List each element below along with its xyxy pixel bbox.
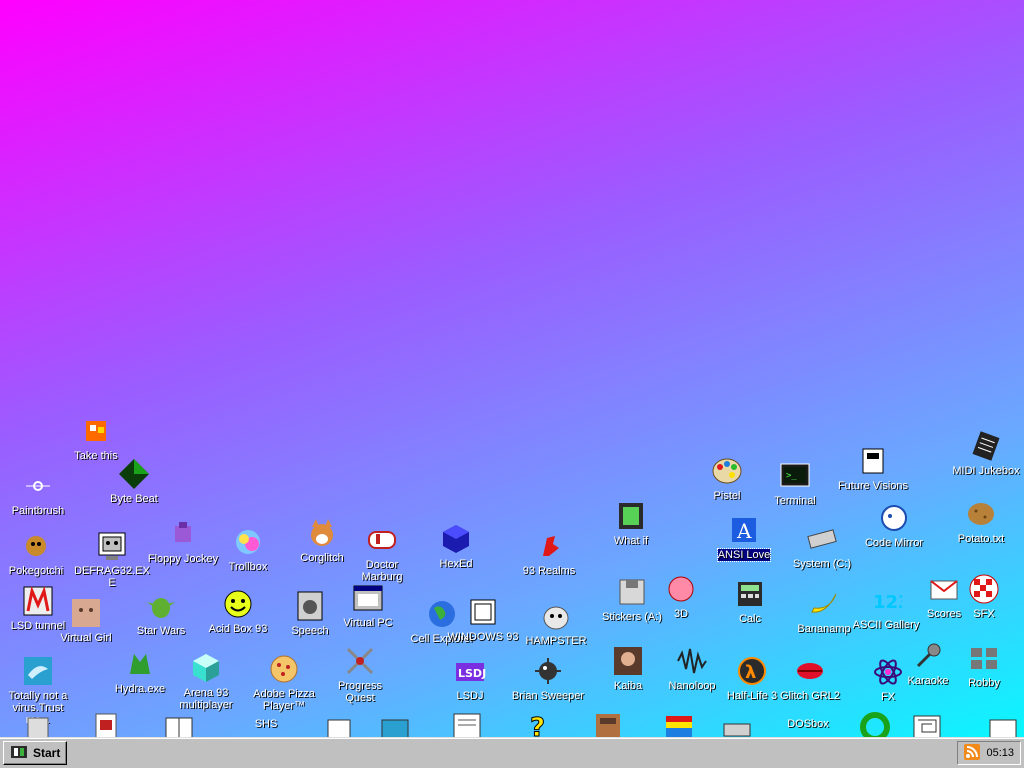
jockey-icon <box>167 518 199 550</box>
desktop-icon-calc[interactable]: Calc <box>712 578 788 625</box>
desktop-icon-take-this[interactable]: Take this <box>58 415 134 462</box>
terminal-icon: >_ <box>779 460 811 492</box>
hard-drive-icon <box>806 523 838 555</box>
portrait-icon <box>612 645 644 677</box>
creature-icon <box>20 530 52 562</box>
desktop-icon-arena-93[interactable]: Arena 93 multiplayer <box>168 652 244 711</box>
notepad-icon <box>615 500 647 532</box>
svg-text:A: A <box>736 519 752 543</box>
desktop-icon-progress-quest[interactable]: Progress Quest <box>322 645 398 704</box>
windows-icon <box>467 596 499 628</box>
desktop-icon-acid-box[interactable]: Acid Box 93 <box>200 588 276 635</box>
desktop-icon-lsdj[interactable]: LSDJ LSDJ <box>432 655 508 702</box>
brush-icon <box>22 470 54 502</box>
chat-bubble-icon <box>232 526 264 558</box>
banana-icon <box>808 588 840 620</box>
desktop-icon-shs[interactable]: SHS <box>228 705 304 730</box>
start-button[interactable]: Start <box>3 741 68 765</box>
desktop-icon-system-c[interactable]: System (C:) <box>784 523 860 570</box>
desktop-icon-byte-beat[interactable]: Byte Beat <box>96 458 172 505</box>
desktop-icon-doctor-marburg[interactable]: Doctor Marburg <box>344 524 420 583</box>
desktop-icon-windows-93[interactable]: WINDOWS 93 <box>445 596 521 643</box>
desktop-icon-hexed[interactable]: HexEd <box>418 523 494 570</box>
speaker-icon <box>294 590 326 622</box>
desktop-icon-terminal[interactable]: >_ Terminal <box>757 460 833 507</box>
rss-icon[interactable] <box>964 743 981 763</box>
svg-text:λ: λ <box>745 662 756 683</box>
bus-icon <box>366 524 398 556</box>
smiley-icon <box>222 588 254 620</box>
crossed-swords-icon <box>344 645 376 677</box>
desktop-icon-virtual-girl[interactable]: Virtual Girl <box>48 597 124 644</box>
desktop-icon-pistel[interactable]: Pistel <box>689 455 765 502</box>
desktop-icon-future-visions[interactable]: Future Visions <box>835 445 911 492</box>
dolphin-icon <box>22 655 54 687</box>
desktop-icon-glitch-grl[interactable]: Glitch GRL2 <box>772 655 848 702</box>
numbers-icon: 123 <box>870 584 902 616</box>
hamster-icon <box>540 600 572 632</box>
shs-icon <box>250 705 282 715</box>
desktop-icon-trollbox[interactable]: Trollbox <box>210 526 286 573</box>
microphone-icon <box>912 640 944 672</box>
face-photo-icon <box>70 597 102 629</box>
robot-group-icon <box>968 642 1000 674</box>
start-label: Start <box>33 746 61 760</box>
desktop-icon-pokegotchi[interactable]: Pokegotchi <box>0 530 74 577</box>
desktop-icon-code-mirror[interactable]: Code Mirror <box>856 502 932 549</box>
lips-icon <box>794 655 826 687</box>
corgi-icon <box>306 517 338 549</box>
lambda-icon: λ <box>736 655 768 687</box>
system-tray: 05:13 <box>957 741 1021 765</box>
taskbar: Start 05:13 <box>0 737 1024 768</box>
lsdj-logo-icon: LSDJ <box>454 655 486 687</box>
desktop-icon-adobe-pizza[interactable]: Adobe Pizza Player™ <box>246 653 322 712</box>
3d-ball-icon <box>665 573 697 605</box>
fire-sprite-icon <box>80 415 112 447</box>
mine-icon <box>532 655 564 687</box>
mirror-face-icon <box>878 502 910 534</box>
desktop[interactable]: Take this Byte Beat Paintbrush Pokegotch… <box>0 0 1024 744</box>
desktop-icon-midi-jukebox[interactable]: MIDI Jukebox <box>948 430 1024 477</box>
cube-icon <box>440 523 472 555</box>
desktop-icon-hydra[interactable]: Hydra.exe <box>102 648 178 695</box>
computer-face-icon <box>96 530 128 562</box>
desktop-icon-brian-sweeper[interactable]: Brian Sweeper <box>510 655 586 702</box>
desktop-icon-3d[interactable]: 3D <box>643 573 719 620</box>
desktop-icon-what-if[interactable]: What if <box>593 500 669 547</box>
desktop-icon-93-realms[interactable]: 93 Realms <box>511 530 587 577</box>
amiga-ball-icon <box>968 573 1000 605</box>
svg-text:123: 123 <box>873 592 902 613</box>
desktop-icon-sfx[interactable]: SFX <box>946 573 1022 620</box>
desktop-icon-paintbrush[interactable]: Paintbrush <box>0 470 76 517</box>
desktop-icon-defrag32[interactable]: DEFRAG32.EXE <box>74 530 150 589</box>
svg-text:>_: >_ <box>786 471 797 481</box>
palette-icon <box>711 455 743 487</box>
dosbox-icon <box>792 705 824 715</box>
desktop-icon-virtual-pc[interactable]: Virtual PC <box>330 582 406 629</box>
hydra-icon <box>124 648 156 680</box>
ansi-a-icon: A <box>728 514 760 546</box>
pizza-icon <box>268 653 300 685</box>
pyramid-icon <box>118 458 150 490</box>
desktop-icon-ansi-love[interactable]: A ANSI Love <box>706 514 782 562</box>
svg-text:?: ? <box>530 713 545 738</box>
desktop-icon-potato[interactable]: Potato.txt <box>943 498 1019 545</box>
yoda-icon <box>145 590 177 622</box>
window-icon <box>352 582 384 614</box>
svg-text:LSDJ: LSDJ <box>458 667 486 680</box>
desktop-icon-hampster[interactable]: HAMPSTER <box>518 600 594 647</box>
desktop-icon-dosbox[interactable]: DOSbox <box>770 705 846 730</box>
start-logo-icon <box>10 744 28 763</box>
sign-icon <box>857 445 889 477</box>
desktop-icon-robby[interactable]: Robby <box>946 642 1022 689</box>
potato-icon <box>965 498 997 530</box>
desktop-icon-star-wars[interactable]: Star Wars <box>123 590 199 637</box>
cube-3d-icon <box>190 652 222 684</box>
calculator-icon <box>734 578 766 610</box>
clock[interactable]: 05:13 <box>986 747 1014 759</box>
waveform-icon <box>676 645 708 677</box>
jukebox-icon <box>970 430 1002 462</box>
dragon-icon <box>533 530 565 562</box>
